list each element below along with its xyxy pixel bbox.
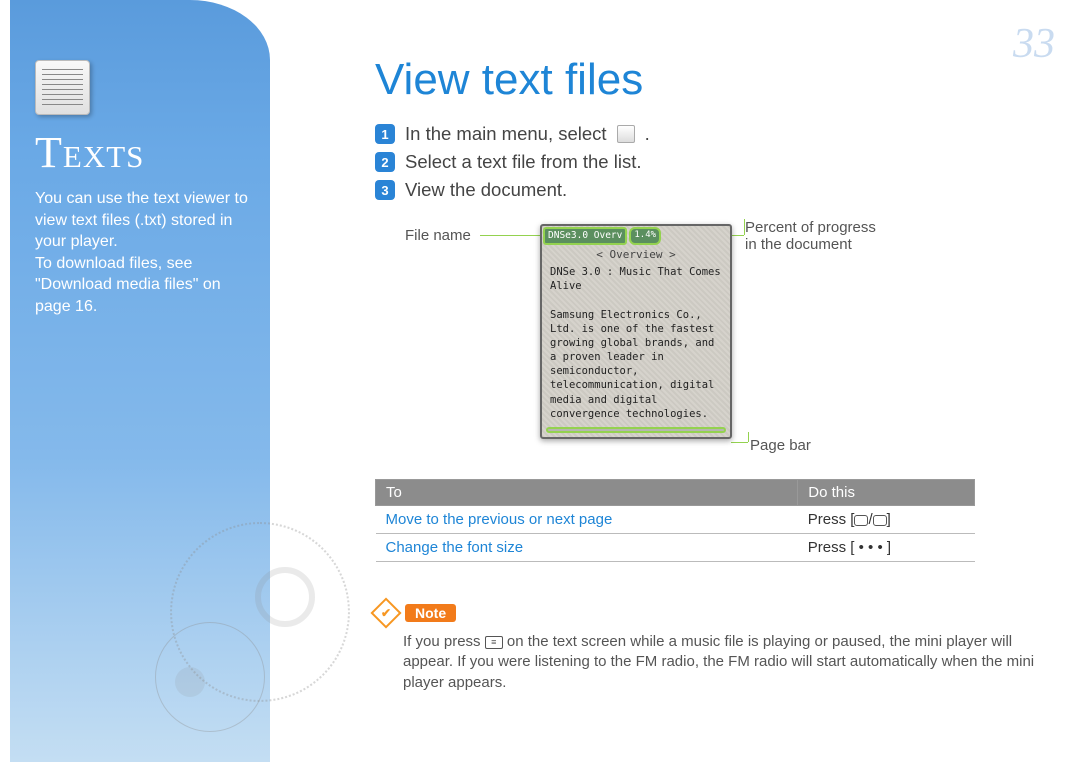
step-3-text: View the document.	[405, 179, 567, 201]
menu-key-icon: ≡	[485, 636, 503, 649]
sidebar-body-2: To download files, see "Download media f…	[35, 255, 221, 315]
device-page-bar	[546, 427, 726, 433]
row-do: Press [ • • • ]	[798, 534, 975, 562]
leader-line	[731, 442, 748, 443]
callout-percent-l2: in the document	[745, 236, 852, 253]
device-subtitle: < Overview >	[542, 248, 730, 261]
table-row: Move to the previous or next page Press …	[376, 506, 975, 534]
step-2-text: Select a text file from the list.	[405, 151, 641, 173]
step-1-suffix: .	[645, 123, 650, 145]
row-do: Press [/]	[798, 506, 975, 534]
step-3: 3 View the document.	[375, 179, 1055, 201]
sidebar: Texts You can use the text viewer to vie…	[10, 0, 270, 762]
do-prefix: Press [	[808, 511, 855, 528]
left-key-icon	[854, 515, 868, 526]
callout-pagebar: Page bar	[750, 437, 811, 454]
leader-line	[480, 235, 543, 236]
step-2: 2 Select a text file from the list.	[375, 151, 1055, 173]
th-to: To	[376, 480, 798, 506]
table-row: Change the font size Press [ • • • ]	[376, 534, 975, 562]
leader-line	[744, 219, 745, 235]
right-key-icon	[873, 515, 887, 526]
operations-table: To Do this Move to the previous or next …	[375, 479, 975, 562]
device-percent: 1.4%	[629, 227, 661, 245]
device-body-1: DNSe 3.0 : Music That Comes Alive	[550, 266, 721, 292]
sidebar-body-1: You can use the text viewer to view text…	[35, 190, 248, 250]
device-body-2: Samsung Electronics Co., Ltd. is one of …	[550, 309, 714, 420]
callout-filename: File name	[405, 227, 471, 244]
device-header: DNSe3.0 Overv 1.4%	[542, 226, 730, 246]
step-1-text: In the main menu, select	[405, 123, 607, 145]
note-badge: Note	[405, 604, 456, 622]
callout-percent: Percent of progress in the document	[745, 219, 876, 253]
steps-list: 1 In the main menu, select . 2 Select a …	[375, 123, 1055, 201]
note-text: If you press ≡ on the text screen while …	[375, 632, 1055, 693]
notepad-icon	[35, 60, 90, 115]
note-text-1: If you press	[403, 633, 485, 650]
sidebar-title: Texts	[35, 127, 252, 178]
do-suffix: ]	[887, 511, 891, 528]
sidebar-body: You can use the text viewer to view text…	[35, 188, 252, 318]
table-header: To Do this	[376, 480, 975, 506]
step-badge: 3	[375, 180, 395, 200]
row-action: Change the font size	[376, 534, 798, 562]
main-content: View text files 1 In the main menu, sele…	[375, 55, 1055, 693]
note: ✔ Note If you press ≡ on the text screen…	[375, 602, 1055, 693]
text-file-icon	[617, 125, 635, 143]
device-callout-area: File name Percent of progress in the doc…	[375, 219, 1055, 469]
leader-line	[748, 432, 749, 442]
device-filename: DNSe3.0 Overv	[543, 227, 627, 245]
step-badge: 2	[375, 152, 395, 172]
step-badge: 1	[375, 124, 395, 144]
th-do: Do this	[798, 480, 975, 506]
callout-percent-l1: Percent of progress	[745, 219, 876, 236]
row-action: Move to the previous or next page	[376, 506, 798, 534]
device-body: DNSe 3.0 : Music That Comes Alive Samsun…	[542, 265, 730, 421]
page-title: View text files	[375, 55, 1055, 105]
step-1: 1 In the main menu, select .	[375, 123, 1055, 145]
note-icon: ✔	[370, 597, 401, 628]
device-screenshot: DNSe3.0 Overv 1.4% < Overview > DNSe 3.0…	[540, 224, 732, 439]
